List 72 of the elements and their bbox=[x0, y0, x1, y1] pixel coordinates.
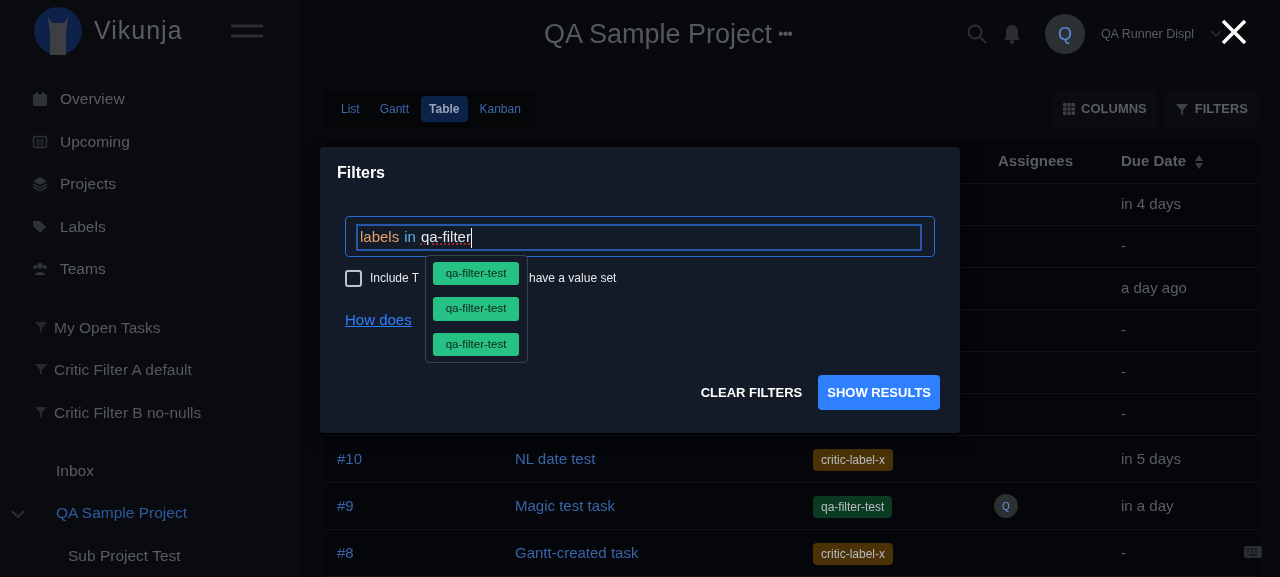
nav-item[interactable]: Teams bbox=[0, 247, 300, 291]
funnel-icon bbox=[34, 405, 48, 419]
tags-icon bbox=[32, 218, 48, 235]
assignee-avatar: Q bbox=[994, 494, 1018, 518]
saved-filter-item[interactable]: My Open Tasks bbox=[0, 305, 300, 349]
view-tab[interactable]: Gantt bbox=[371, 96, 418, 122]
due-date: in a day bbox=[1121, 496, 1174, 514]
checkbox-label: Include T bbox=[370, 270, 421, 288]
view-tab[interactable]: List bbox=[333, 96, 368, 122]
clear-filters-button[interactable]: CLEAR FILTERS bbox=[700, 376, 803, 408]
sort-icon[interactable] bbox=[1194, 153, 1205, 170]
keyboard-icon[interactable] bbox=[1244, 546, 1262, 558]
suggestion-item[interactable]: qa-filter-test bbox=[433, 332, 519, 356]
menu-icon[interactable] bbox=[230, 23, 263, 38]
project-item[interactable]: Inbox bbox=[0, 449, 300, 492]
label-tag: qa-filter-test bbox=[813, 495, 893, 518]
column-header[interactable]: Due Date bbox=[1121, 150, 1205, 173]
project-item[interactable]: QA Sample Project bbox=[0, 491, 300, 535]
nav-item[interactable]: Labels bbox=[0, 205, 300, 248]
users-icon bbox=[32, 261, 48, 278]
view-tab[interactable]: Kanban bbox=[471, 96, 529, 122]
search-icon[interactable] bbox=[966, 24, 987, 44]
nav-item[interactable]: Upcoming bbox=[0, 120, 300, 163]
project-menu[interactable]: ••• bbox=[778, 22, 792, 46]
due-date: a day ago bbox=[1121, 279, 1187, 297]
task-title[interactable]: NL date test bbox=[515, 449, 596, 467]
nav-item[interactable]: Projects bbox=[0, 162, 300, 206]
task-title[interactable]: Magic test task bbox=[515, 496, 616, 514]
due-date: - bbox=[1121, 321, 1126, 339]
user-avatar[interactable]: Q bbox=[1044, 14, 1085, 54]
funnel-icon bbox=[34, 363, 48, 377]
llama-logo bbox=[34, 6, 82, 55]
app-name: Vikunja bbox=[94, 15, 183, 47]
project-item[interactable]: Sub Project Test bbox=[0, 534, 300, 577]
funnel-icon bbox=[1174, 102, 1189, 116]
column-header[interactable]: Assignees bbox=[998, 150, 1074, 173]
nav-item[interactable]: Overview bbox=[0, 77, 300, 121]
suggestion-item[interactable]: qa-filter-test bbox=[433, 262, 519, 286]
funnel-icon bbox=[34, 320, 48, 334]
project-title: QA Sample Project bbox=[544, 17, 773, 51]
calendar-icon bbox=[32, 133, 48, 150]
calendar-icon bbox=[32, 90, 48, 107]
label-tag: critic-label-x bbox=[813, 448, 893, 471]
saved-filter-item[interactable]: Critic Filter A default bbox=[0, 348, 300, 392]
show-results-button[interactable]: SHOW RESULTS bbox=[818, 374, 940, 410]
due-date: - bbox=[1121, 543, 1126, 561]
chevron-icon[interactable] bbox=[11, 509, 25, 519]
close-icon[interactable] bbox=[1220, 18, 1248, 46]
bell-icon[interactable] bbox=[1002, 24, 1021, 44]
due-date: - bbox=[1121, 405, 1126, 423]
due-date: in 4 days bbox=[1121, 195, 1182, 213]
view-tab[interactable]: Table bbox=[421, 96, 468, 122]
user-name[interactable]: QA Runner Displ bbox=[1100, 24, 1194, 44]
chevron-icon[interactable] bbox=[1210, 30, 1222, 38]
filters-button[interactable]: FILTERS bbox=[1164, 90, 1258, 128]
layers-icon bbox=[32, 175, 48, 192]
due-date: in 5 days bbox=[1121, 449, 1182, 467]
label-tag: critic-label-x bbox=[813, 542, 893, 565]
task-id[interactable]: #10 bbox=[337, 449, 363, 467]
task-title[interactable]: Gantt-created task bbox=[515, 543, 639, 561]
due-date: - bbox=[1121, 363, 1126, 381]
task-id[interactable]: #8 bbox=[337, 543, 354, 561]
suggestion-item[interactable]: qa-filter-test bbox=[433, 297, 519, 321]
filter-query-field[interactable]: labels in qa-filter bbox=[356, 224, 922, 252]
checkbox[interactable] bbox=[345, 269, 362, 287]
task-id[interactable]: #9 bbox=[337, 496, 354, 514]
checkbox-label: have a value set bbox=[529, 270, 617, 288]
columns-button[interactable]: COLUMNS bbox=[1053, 90, 1157, 128]
modal-title: Filters bbox=[337, 163, 386, 183]
saved-filter-item[interactable]: Critic Filter B no-nulls bbox=[0, 391, 300, 434]
due-date: - bbox=[1121, 237, 1126, 255]
grid-icon bbox=[1063, 103, 1076, 115]
